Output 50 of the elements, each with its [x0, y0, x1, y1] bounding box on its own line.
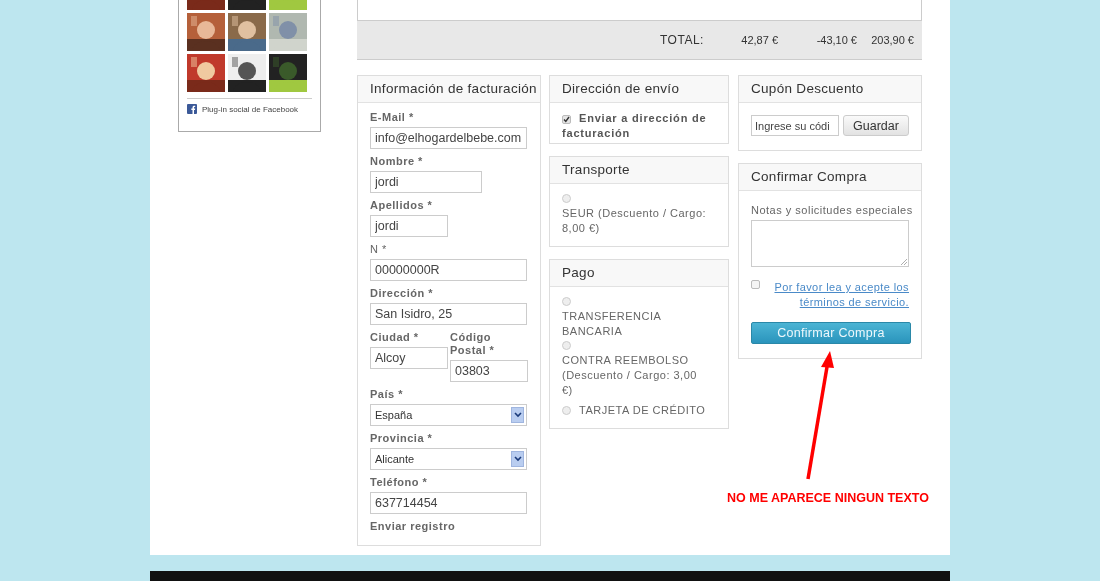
panel-title: Cupón Descuento [739, 76, 921, 103]
checkbox[interactable] [562, 115, 571, 124]
radio-button[interactable] [562, 297, 571, 306]
facebook-icon [187, 104, 197, 114]
form-note: Enviar registro [370, 520, 457, 533]
field-label: N * [370, 243, 388, 256]
option-label: TARJETA DE CRÉDITO [579, 403, 706, 418]
input-field[interactable]: 00000000R [370, 259, 527, 281]
option-label: SEUR (Descuento / Cargo: 8,00 €) [562, 206, 707, 236]
radio-button[interactable] [562, 194, 571, 203]
coupon-field[interactable]: Ingrese su códi [751, 115, 839, 136]
radio-button[interactable] [562, 405, 571, 415]
select-field[interactable]: España [370, 404, 527, 426]
field-label: E-Mail * [370, 111, 415, 124]
input-field[interactable]: 637714454 [370, 492, 527, 514]
annotation-text: NO ME APARECE NINGUN TEXTO [727, 491, 929, 505]
input-field[interactable]: Alcoy [370, 347, 448, 369]
input-field[interactable]: jordi [370, 171, 482, 193]
field-label: Nombre * [370, 155, 424, 168]
field-label: Ciudad * [370, 331, 420, 344]
total-amount: 203,90 € [870, 34, 914, 46]
radio-button[interactable] [562, 341, 571, 350]
field-label: Provincia * [370, 432, 434, 445]
total-label: TOTAL: [660, 33, 705, 47]
input-field[interactable]: info@elhogardelbebe.com [370, 127, 527, 149]
input-field[interactable]: 03803 [450, 360, 528, 382]
checkbox-label: Enviar a dirección de facturación [562, 111, 708, 141]
total-amount: 42,87 € [740, 34, 778, 46]
facebook-caption[interactable]: Plug-in social de Facebook [202, 104, 299, 114]
total-amount: -43,10 € [815, 34, 857, 46]
option-label: CONTRA REEMBOLSO (Descuento / Cargo: 3,00 €) [562, 353, 698, 398]
option-label: TRANSFERENCIA BANCARIA [562, 309, 662, 339]
panel-title: Pago [550, 260, 728, 287]
resize-grip-icon[interactable] [901, 259, 907, 265]
notes-field[interactable] [751, 220, 909, 267]
field-label: Dirección * [370, 287, 434, 300]
input-field[interactable]: jordi [370, 215, 448, 237]
panel-title: Confirmar Compra [739, 164, 921, 191]
field-label: Apellidos * [370, 199, 434, 212]
save-button[interactable]: Guardar [843, 115, 909, 136]
field-label: Teléfono * [370, 476, 429, 489]
input-field[interactable]: San Isidro, 25 [370, 303, 527, 325]
panel-title: Transporte [550, 157, 728, 184]
terms-link[interactable]: Por favor lea y acepte los términos de servicio. [769, 280, 909, 310]
field-label: Código Postal * [450, 331, 496, 357]
field-label: País * [370, 388, 404, 401]
panel-title: Dirección de envío [550, 76, 728, 103]
select-field[interactable]: Alicante [370, 448, 527, 470]
checkbox[interactable] [751, 280, 760, 289]
panel-title: Información de facturación [358, 76, 540, 103]
